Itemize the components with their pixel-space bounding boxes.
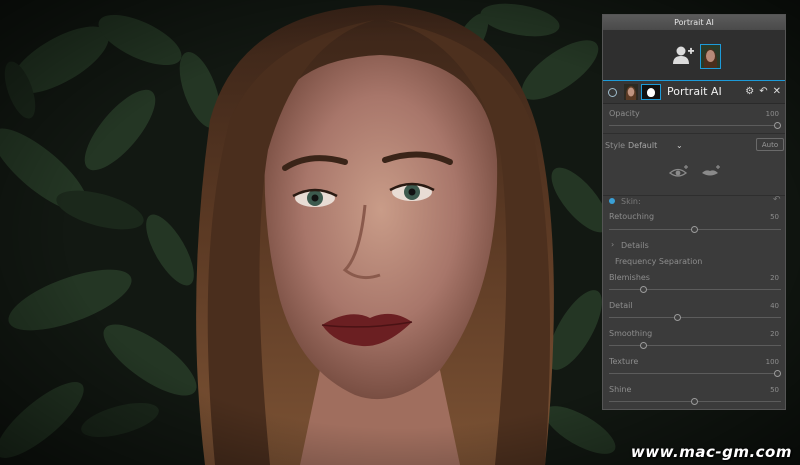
gear-icon[interactable]: ⚙	[745, 86, 754, 97]
lips-icon[interactable]	[701, 165, 721, 179]
slider-label: Smoothing	[609, 329, 653, 338]
face-thumbnail[interactable]	[700, 44, 721, 69]
slider-value: 100	[765, 358, 779, 366]
undo-icon[interactable]: ↶	[759, 86, 767, 97]
skin-reset-icon[interactable]: ↶	[773, 195, 781, 205]
style-dropdown[interactable]: Default	[628, 141, 657, 150]
slider-label: Detail	[609, 301, 633, 310]
slider-label: Texture	[609, 357, 639, 366]
face-selector-row	[603, 31, 785, 81]
slider-knob[interactable]	[640, 286, 647, 293]
details-toggle[interactable]: Details	[621, 241, 649, 250]
watermark: www.mac-gm.com	[630, 443, 792, 461]
close-icon[interactable]: ✕	[773, 86, 781, 97]
layer-name: Portrait AI	[667, 85, 722, 98]
slider-value: 40	[770, 302, 779, 310]
eye-icon[interactable]	[669, 165, 689, 179]
slider-track[interactable]	[609, 317, 781, 318]
slider-label: Shine	[609, 385, 632, 394]
slider-knob[interactable]	[774, 370, 781, 377]
slider-knob[interactable]	[691, 398, 698, 405]
panel-title: Portrait AI	[603, 15, 785, 31]
opacity-slider-track[interactable]	[609, 125, 781, 126]
chevron-right-icon[interactable]: ›	[611, 240, 614, 249]
style-label: Style	[605, 141, 626, 150]
retouching-slider-knob[interactable]	[691, 226, 698, 233]
layer-visibility-radio[interactable]	[608, 88, 617, 97]
layer-mask-thumbnail[interactable]	[641, 84, 661, 100]
portrait-ai-panel: Portrait AI Portrait AI ⚙ ↶ ✕ Opacity 10…	[602, 14, 786, 410]
opacity-value: 100	[765, 110, 779, 118]
slider-label: Blemishes	[609, 273, 650, 282]
slider-knob[interactable]	[674, 314, 681, 321]
slider-track[interactable]	[609, 345, 781, 346]
retouching-label: Retouching	[609, 212, 655, 221]
slider-track[interactable]	[609, 289, 781, 290]
slider-knob[interactable]	[640, 342, 647, 349]
controls: Opacity 100 Style Default ⌄ Auto Skin: ↶…	[603, 103, 785, 409]
layer-thumbnail	[624, 84, 638, 100]
slider-track[interactable]	[609, 373, 781, 374]
opacity-slider-knob[interactable]	[774, 122, 781, 129]
slider-value: 20	[770, 330, 779, 338]
opacity-label: Opacity	[609, 109, 640, 118]
add-person-icon[interactable]	[672, 45, 694, 65]
chevron-down-icon[interactable]: ⌄	[676, 141, 683, 150]
layer-row[interactable]: Portrait AI ⚙ ↶ ✕	[603, 81, 785, 104]
auto-button[interactable]: Auto	[756, 138, 784, 151]
retouching-value: 50	[770, 213, 779, 221]
skin-toggle[interactable]	[609, 198, 615, 204]
slider-value: 50	[770, 386, 779, 394]
slider-value: 20	[770, 274, 779, 282]
frequency-separation-label[interactable]: Frequency Separation	[615, 257, 702, 266]
skin-section-label: Skin:	[621, 197, 641, 206]
